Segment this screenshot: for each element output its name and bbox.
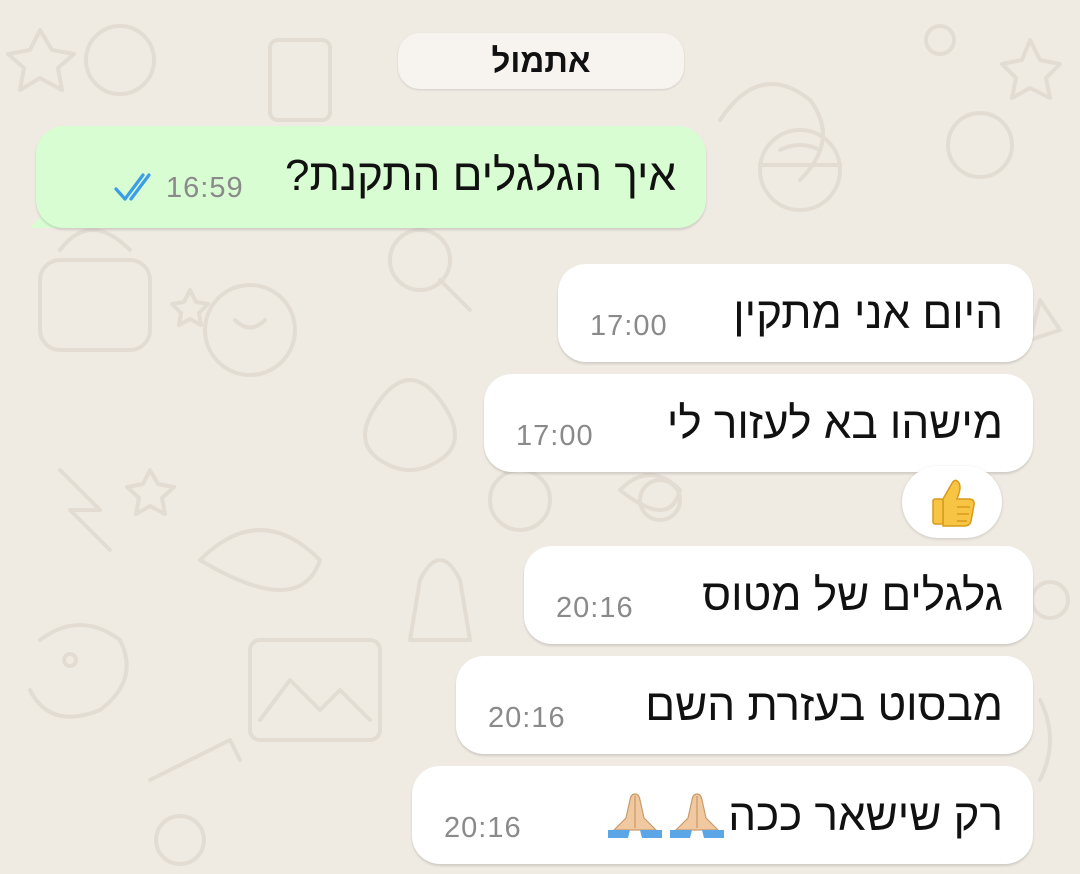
message-text: מבסוט בעזרת השם xyxy=(645,681,1003,730)
thumbs-up-icon xyxy=(932,479,975,527)
message-bubble-incoming[interactable]: מישהו בא לעזור לי 17:00 xyxy=(484,374,1033,472)
message-text-content: רק שישאר ככה xyxy=(728,791,1003,840)
message-text: איך הגלגלים התקנת? xyxy=(285,151,676,200)
praying-hands-icon xyxy=(608,793,663,838)
message-time: 17:00 xyxy=(516,420,594,452)
message-bubble-incoming[interactable]: היום אני מתקין 17:00 xyxy=(558,264,1033,362)
message-time: 20:16 xyxy=(444,812,522,844)
message-text: מישהו בא לעזור לי xyxy=(666,399,1003,448)
message-bubble-incoming[interactable]: גלגלים של מטוס 20:16 xyxy=(524,546,1033,644)
message-bubble-incoming[interactable]: מבסוט בעזרת השם 20:16 xyxy=(456,656,1033,754)
message-bubble-outgoing[interactable]: איך הגלגלים התקנת? 16:59 xyxy=(36,126,706,228)
message-text: גלגלים של מטוס xyxy=(702,571,1003,620)
message-time: 20:16 xyxy=(556,592,634,624)
message-text: רק שישאר ככה xyxy=(604,788,1003,844)
praying-hands-icon xyxy=(670,793,725,838)
message-time: 20:16 xyxy=(488,702,566,734)
message-time: 16:59 xyxy=(166,172,244,204)
message-text: היום אני מתקין xyxy=(733,289,1003,338)
message-bubble-incoming[interactable]: רק שישאר ככה 20:16 xyxy=(412,766,1033,864)
double-check-read-icon xyxy=(114,173,151,201)
message-time: 17:00 xyxy=(590,310,668,342)
date-separator: אתמול xyxy=(398,33,684,89)
message-reaction[interactable] xyxy=(902,466,1002,538)
